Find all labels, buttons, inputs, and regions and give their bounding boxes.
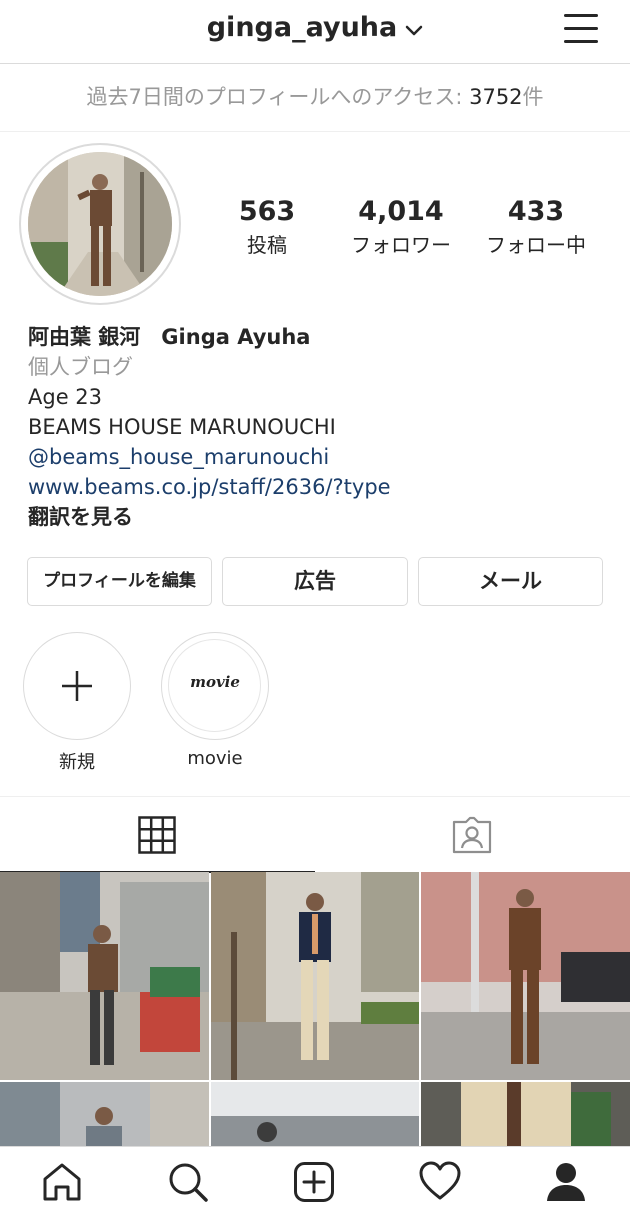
- profile-visits-label: 過去7日間のプロフィールへのアクセス:: [86, 85, 470, 109]
- tab-tagged[interactable]: [315, 797, 630, 873]
- bio: 阿由葉 銀河 Ginga Ayuha 個人ブログ Age 23 BEAMS HO…: [28, 322, 608, 532]
- profile-icon: [547, 1163, 585, 1201]
- posts-label: 投稿: [247, 233, 287, 257]
- nav-new-post[interactable]: [293, 1161, 335, 1203]
- nav-home[interactable]: [41, 1161, 83, 1203]
- see-translation-link[interactable]: 翻訳を見る: [28, 502, 608, 532]
- mention-link[interactable]: @beams_house_marunouchi: [28, 442, 608, 472]
- stat-posts[interactable]: 563 投稿: [230, 196, 304, 258]
- avatar[interactable]: [28, 152, 172, 296]
- followers-label: フォロワー: [351, 233, 451, 257]
- nav-activity[interactable]: [419, 1161, 461, 1203]
- website-link[interactable]: www.beams.co.jp/staff/2636/?type: [28, 472, 608, 502]
- plus-icon: [62, 671, 92, 701]
- account-switcher[interactable]: ginga_ayuha: [0, 12, 630, 44]
- add-post-icon: [294, 1162, 334, 1202]
- hamburger-menu-icon[interactable]: [564, 12, 600, 44]
- highlight-cover-text: movie: [190, 673, 240, 691]
- category: 個人ブログ: [28, 355, 133, 379]
- profile-visits-count: 3752: [469, 85, 523, 109]
- post-thumbnail[interactable]: [211, 1082, 419, 1146]
- post-thumbnail[interactable]: [0, 872, 209, 1080]
- top-bar: ginga_ayuha: [0, 0, 630, 64]
- heart-icon: [419, 1161, 461, 1200]
- bio-line: Age 23: [28, 385, 103, 409]
- bottom-nav: [0, 1146, 630, 1211]
- followers-count: 4,014: [358, 196, 444, 227]
- post-thumbnail[interactable]: [211, 872, 419, 1080]
- highlight-new[interactable]: 新規: [23, 632, 131, 774]
- profile-tabs: [0, 796, 630, 873]
- tab-grid[interactable]: [0, 797, 315, 873]
- full-name: 阿由葉 銀河 Ginga Ayuha: [28, 325, 311, 349]
- username: ginga_ayuha: [206, 12, 398, 43]
- highlight-new-circle: [23, 632, 131, 740]
- posts-count: 563: [238, 196, 296, 227]
- nav-search[interactable]: [167, 1161, 209, 1203]
- bio-line: BEAMS HOUSE MARUNOUCHI: [28, 415, 336, 439]
- post-thumbnail[interactable]: [421, 1082, 630, 1146]
- stat-followers[interactable]: 4,014 フォロワー: [344, 196, 458, 258]
- chevron-down-icon: [405, 13, 423, 44]
- email-button[interactable]: メール: [418, 557, 603, 606]
- highlight-movie-circle: movie: [161, 632, 269, 740]
- highlight-label: 新規: [59, 752, 95, 773]
- post-thumbnail[interactable]: [421, 872, 630, 1080]
- profile-visits-banner[interactable]: 過去7日間のプロフィールへのアクセス: 3752件: [0, 64, 630, 132]
- stat-following[interactable]: 433 フォロー中: [478, 196, 594, 258]
- post-thumbnail[interactable]: [0, 1082, 209, 1146]
- highlight-movie[interactable]: movie movie: [161, 632, 269, 769]
- highlight-label: movie: [187, 748, 243, 769]
- nav-profile[interactable]: [545, 1161, 587, 1203]
- profile-visits-suffix: 件: [522, 85, 544, 109]
- search-icon: [169, 1163, 208, 1202]
- home-icon: [43, 1163, 81, 1201]
- edit-profile-button[interactable]: プロフィールを編集: [27, 557, 212, 606]
- grid-icon: [138, 816, 176, 854]
- following-count: 433: [507, 196, 565, 227]
- following-label: フォロー中: [486, 233, 586, 257]
- tagged-person-icon: [452, 816, 492, 854]
- promotions-button[interactable]: 広告: [222, 557, 408, 606]
